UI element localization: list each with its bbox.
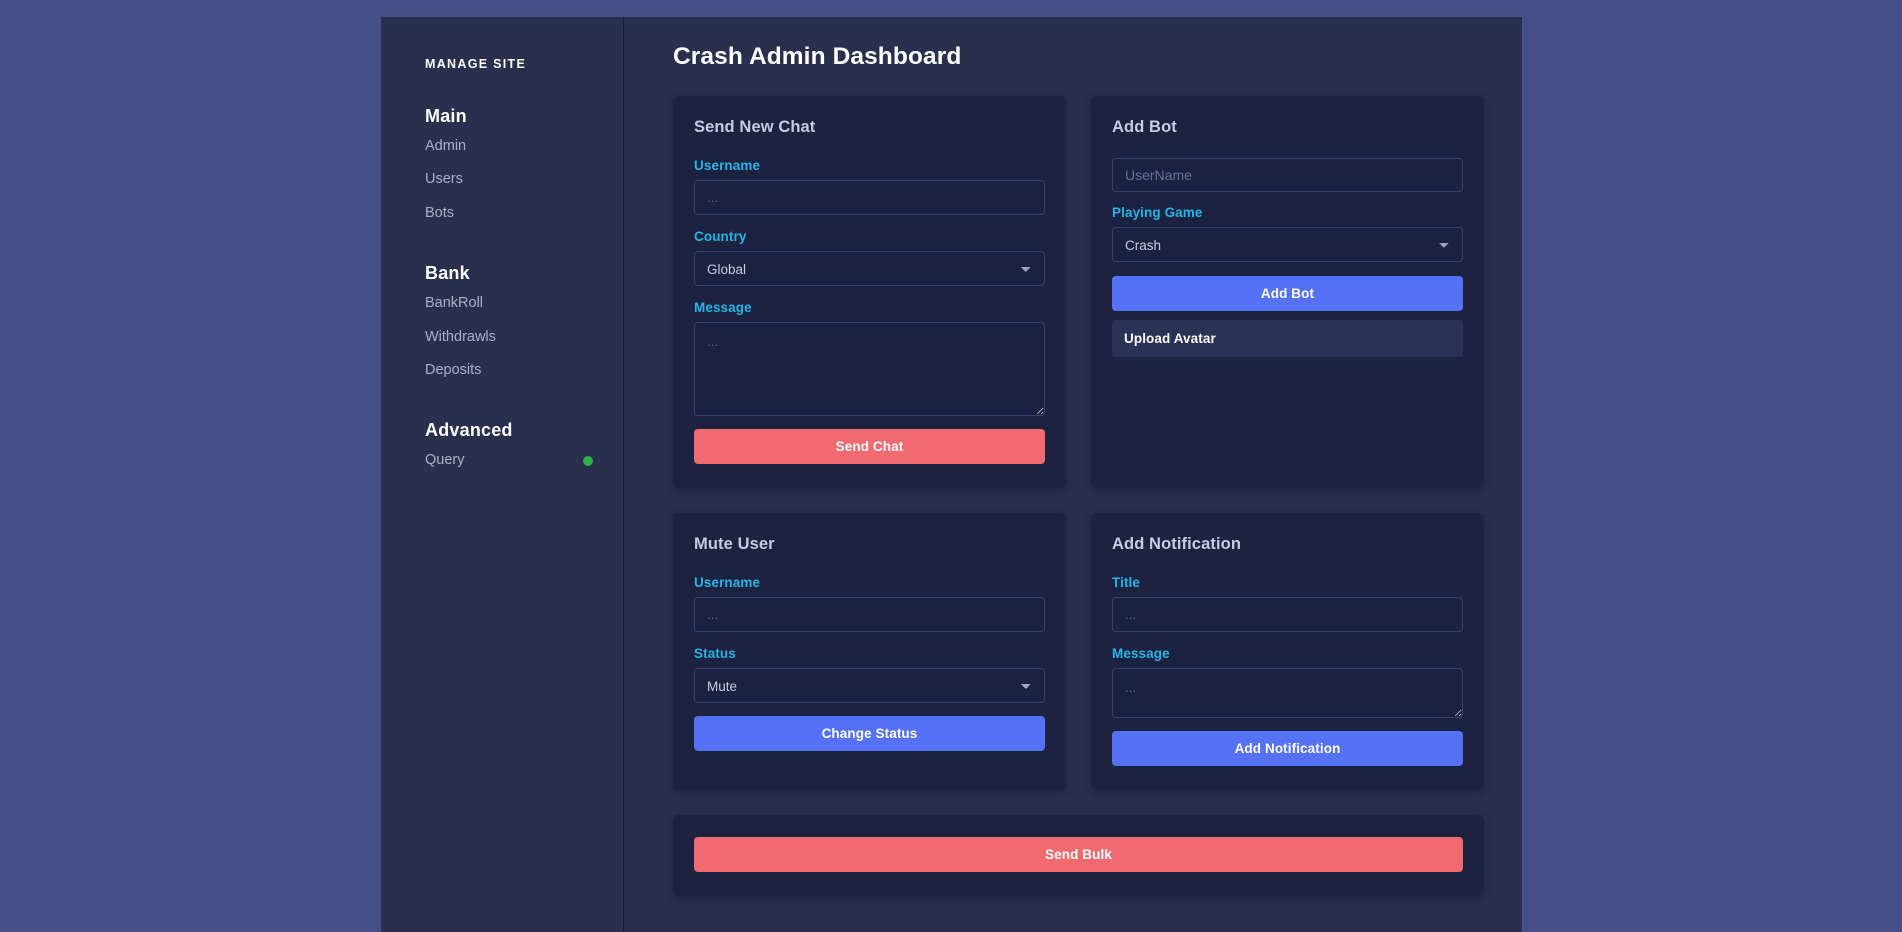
sidebar-item-label: Users [425, 171, 463, 188]
card-grid: Send New Chat Username Country Global Me… [652, 96, 1494, 896]
field-status: Status Mute [694, 646, 1045, 703]
sidebar-group-bank: Bank BankRoll Withdrawls Deposits [381, 263, 623, 387]
sidebar-item-label: Admin [425, 138, 466, 155]
sidebar-item-bankroll[interactable]: BankRoll [381, 287, 623, 320]
label-message: Message [1112, 646, 1463, 661]
card-title: Add Notification [1112, 535, 1463, 554]
card-send-new-chat: Send New Chat Username Country Global Me… [673, 96, 1066, 488]
add-bot-button[interactable]: Add Bot [1112, 276, 1463, 311]
add-bot-username-input[interactable] [1112, 158, 1463, 192]
field-country: Country Global [694, 229, 1045, 286]
sidebar-item-label: BankRoll [425, 295, 483, 312]
label-title: Title [1112, 575, 1463, 590]
sidebar-item-withdrawls[interactable]: Withdrawls [381, 321, 623, 354]
sidebar-group-advanced: Advanced Query [381, 420, 623, 477]
sidebar: MANAGE SITE Main Admin Users Bots Bank B… [381, 17, 624, 932]
label-country: Country [694, 229, 1045, 244]
sidebar-item-admin[interactable]: Admin [381, 130, 623, 163]
sidebar-item-label: Deposits [425, 362, 481, 379]
page-title: Crash Admin Dashboard [652, 17, 1494, 71]
label-status: Status [694, 646, 1045, 661]
status-dot-icon [583, 456, 593, 466]
field-message: Message [1112, 646, 1463, 718]
sidebar-item-deposits[interactable]: Deposits [381, 354, 623, 387]
notification-title-input[interactable] [1112, 597, 1463, 632]
field-username: Username [694, 575, 1045, 632]
field-playing-game: Playing Game Crash [1112, 205, 1463, 262]
send-chat-username-input[interactable] [694, 180, 1045, 215]
card-add-bot: Add Bot Playing Game Crash Add Bot Uploa… [1091, 96, 1484, 488]
upload-avatar-file-input[interactable]: Upload Avatar [1112, 320, 1463, 357]
sidebar-heading-advanced: Advanced [381, 420, 623, 444]
label-playing-game: Playing Game [1112, 205, 1463, 220]
send-chat-button[interactable]: Send Chat [694, 429, 1045, 464]
card-title: Send New Chat [694, 118, 1045, 137]
card-mute-user: Mute User Username Status Mute Change St… [673, 513, 1066, 790]
label-message: Message [694, 300, 1045, 315]
mute-user-status-select[interactable]: Mute [694, 668, 1045, 703]
card-send-bulk: Send Bulk [673, 815, 1484, 896]
change-status-button[interactable]: Change Status [694, 716, 1045, 751]
sidebar-item-label: Withdrawls [425, 329, 496, 346]
sidebar-item-label: Bots [425, 205, 454, 222]
notification-message-textarea[interactable] [1112, 668, 1463, 718]
label-username: Username [694, 575, 1045, 590]
sidebar-heading-bank: Bank [381, 263, 623, 287]
add-bot-playing-game-select[interactable]: Crash [1112, 227, 1463, 262]
app-window: MANAGE SITE Main Admin Users Bots Bank B… [381, 17, 1522, 932]
send-chat-country-select[interactable]: Global [694, 251, 1045, 286]
sidebar-item-query[interactable]: Query [381, 444, 623, 477]
sidebar-brand: MANAGE SITE [381, 17, 623, 71]
sidebar-heading-main: Main [381, 106, 623, 130]
field-title: Title [1112, 575, 1463, 632]
sidebar-item-users[interactable]: Users [381, 163, 623, 196]
send-chat-message-textarea[interactable] [694, 322, 1045, 416]
field-message: Message [694, 300, 1045, 416]
main-content: Crash Admin Dashboard Send New Chat User… [624, 17, 1522, 932]
card-add-notification: Add Notification Title Message Add Notif… [1091, 513, 1484, 790]
sidebar-item-bots[interactable]: Bots [381, 197, 623, 230]
field-username: Username [694, 158, 1045, 215]
send-bulk-button[interactable]: Send Bulk [694, 837, 1463, 872]
sidebar-group-main: Main Admin Users Bots [381, 106, 623, 230]
card-title: Add Bot [1112, 118, 1463, 137]
mute-user-username-input[interactable] [694, 597, 1045, 632]
label-username: Username [694, 158, 1045, 173]
add-notification-button[interactable]: Add Notification [1112, 731, 1463, 766]
card-title: Mute User [694, 535, 1045, 554]
sidebar-item-label: Query [425, 452, 465, 469]
